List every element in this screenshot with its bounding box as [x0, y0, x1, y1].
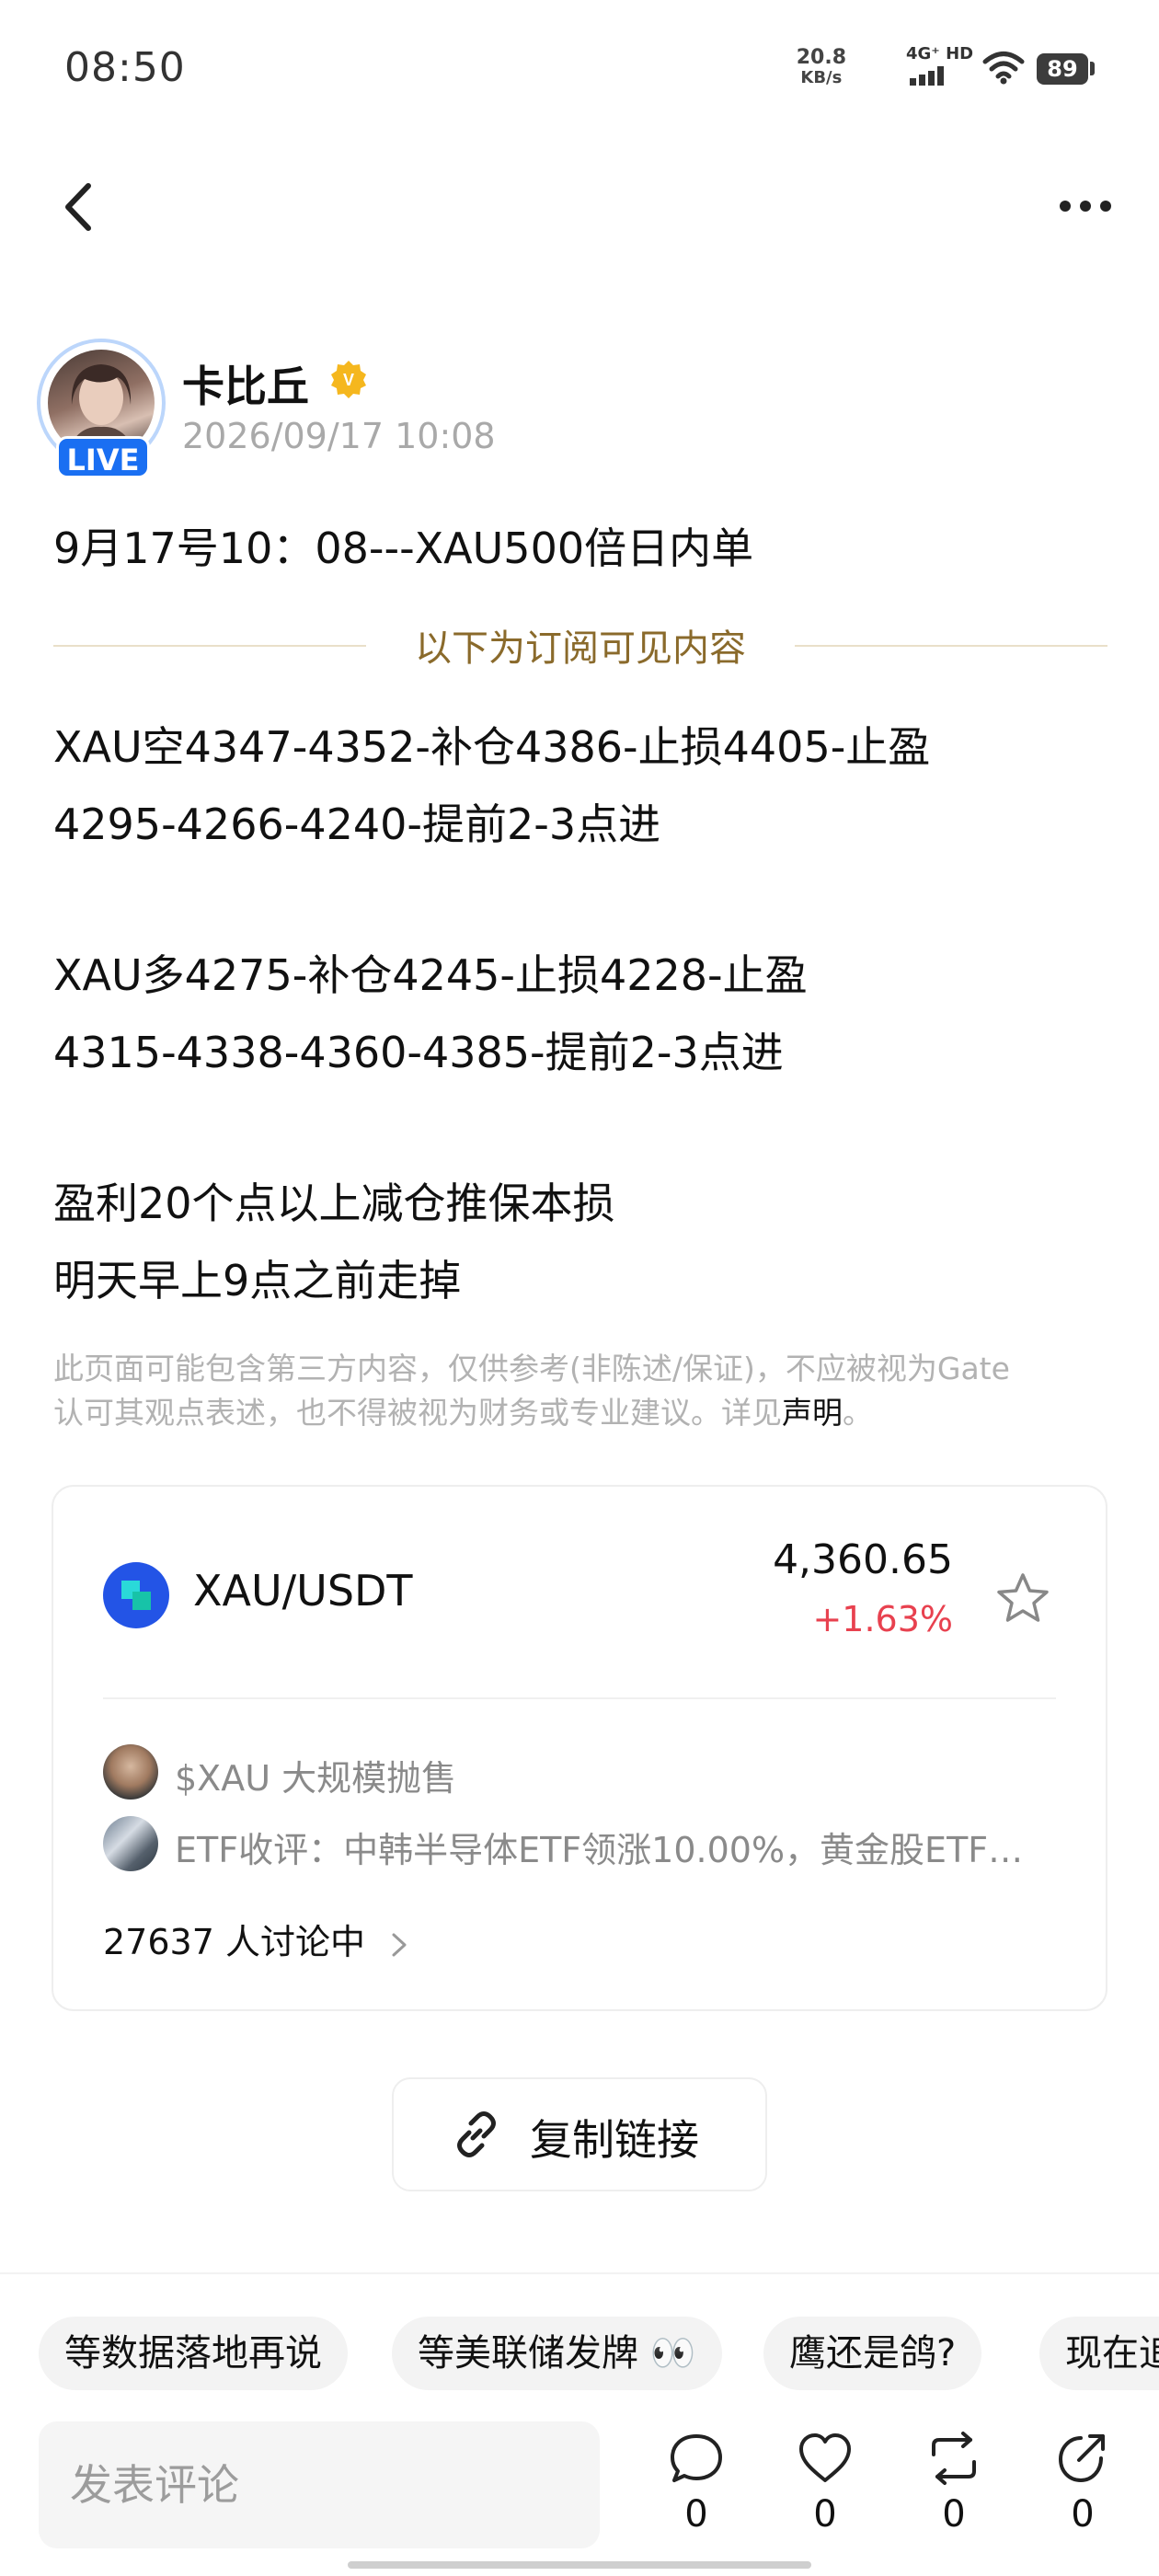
verified-badge-icon: V: [331, 361, 366, 398]
trading-pair[interactable]: XAU/USDT: [193, 1566, 413, 1616]
verified-badge-letter: V: [343, 371, 354, 389]
author-name[interactable]: 卡比丘: [182, 353, 309, 414]
disclaimer-text: 认可其观点表述，也不得被视为财务或专业建议。详见: [53, 1395, 782, 1431]
discussion-link[interactable]: 27637 人讨论中: [103, 1914, 413, 1964]
body-line: 盈利20个点以上减仓推保本损: [53, 1179, 615, 1228]
chevron-right-icon: [392, 1933, 407, 1956]
comment-count: 0: [684, 2493, 708, 2536]
body-line: 4295-4266-4240-提前2-3点进: [53, 799, 661, 849]
battery-tip: [1090, 62, 1095, 75]
more-options-icon[interactable]: [1056, 180, 1115, 232]
battery-indicator: 89: [1037, 53, 1088, 85]
repost-icon: [932, 2432, 976, 2485]
suggestion-chip[interactable]: 现在追: [1039, 2317, 1159, 2390]
network-speed: 20.8 KB/s: [797, 48, 846, 88]
topic-item[interactable]: $XAU 大规模抛售: [175, 1750, 456, 1800]
body-line: XAU多4275-补仓4245-止损4228-止盈: [53, 950, 808, 1000]
like-count: 0: [813, 2493, 837, 2536]
post-body: XAU空4347-4352-补仓4386-止损4405-止盈 4295-4266…: [53, 708, 1111, 1319]
comment-input[interactable]: 发表评论: [39, 2421, 600, 2548]
share-icon: [1058, 2434, 1105, 2483]
pair-price: 4,360.65: [773, 1536, 953, 1583]
signal-bars-icon: [910, 66, 944, 86]
comment-action[interactable]: 0: [655, 2431, 738, 2550]
like-action[interactable]: 0: [784, 2431, 866, 2550]
topic-avatar: [103, 1744, 158, 1800]
bottom-divider: [0, 2272, 1159, 2274]
comment-bubble-icon: [671, 2434, 722, 2482]
suggestion-chip[interactable]: 等美联储发牌 👀: [392, 2317, 722, 2390]
disclaimer-line-2: 认可其观点表述，也不得被视为财务或专业建议。详见声明。: [53, 1391, 1093, 1435]
live-badge: LIVE: [56, 436, 150, 478]
topic-avatar: [103, 1816, 158, 1871]
post-date: 2026/09/17 10:08: [182, 416, 496, 456]
disclaimer-line: 此页面可能包含第三方内容，仅供参考(非陈述/保证)，不应被视为Gate: [53, 1351, 1010, 1386]
signal-label: 4G⁺ HD: [906, 44, 974, 63]
topic-item[interactable]: ETF收评：中韩半导体ETF领涨10.00%，黄金股ETF领…: [175, 1822, 1058, 1872]
suggestion-chip[interactable]: 等数据落地再说: [39, 2317, 348, 2390]
heart-icon: [799, 2433, 851, 2482]
wifi-icon: [982, 52, 1025, 85]
disclaimer: 此页面可能包含第三方内容，仅供参考(非陈述/保证)，不应被视为Gate 认可其观…: [53, 1347, 1093, 1435]
body-line: XAU空4347-4352-补仓4386-止损4405-止盈: [53, 722, 931, 772]
pair-change: +1.63%: [812, 1599, 953, 1639]
network-speed-unit: KB/s: [800, 68, 843, 87]
subscriber-divider: 以下为订阅可见内容: [53, 618, 1107, 673]
signal-indicator: 4G⁺ HD: [906, 44, 973, 86]
repost-action[interactable]: 0: [912, 2431, 995, 2550]
card-divider: [103, 1697, 1056, 1699]
xau-coin-icon: [103, 1562, 169, 1628]
share-action[interactable]: 0: [1041, 2431, 1124, 2550]
link-icon: [457, 2111, 496, 2157]
back-chevron-icon[interactable]: [57, 180, 101, 234]
body-line: 4315-4338-4360-4385-提前2-3点进: [53, 1028, 784, 1077]
suggestion-chip[interactable]: 鹰还是鸽?: [763, 2317, 982, 2390]
body-line: 明天早上9点之前走掉: [53, 1256, 462, 1305]
home-indicator[interactable]: [348, 2561, 811, 2569]
discussion-count: 27637 人讨论中: [103, 1922, 365, 1962]
post-title: 9月17号10：08---XAU500倍日内单: [53, 523, 754, 573]
repost-count: 0: [942, 2493, 966, 2536]
copy-link-label: 复制链接: [530, 2115, 699, 2165]
share-count: 0: [1071, 2493, 1095, 2536]
favorite-star-icon[interactable]: [993, 1570, 1052, 1628]
disclaimer-period: 。: [843, 1395, 873, 1431]
network-speed-value: 20.8: [796, 46, 846, 69]
subscriber-divider-label: 以下为订阅可见内容: [415, 627, 746, 670]
disclaimer-link[interactable]: 声明: [782, 1395, 843, 1431]
status-time: 08:50: [64, 44, 186, 91]
